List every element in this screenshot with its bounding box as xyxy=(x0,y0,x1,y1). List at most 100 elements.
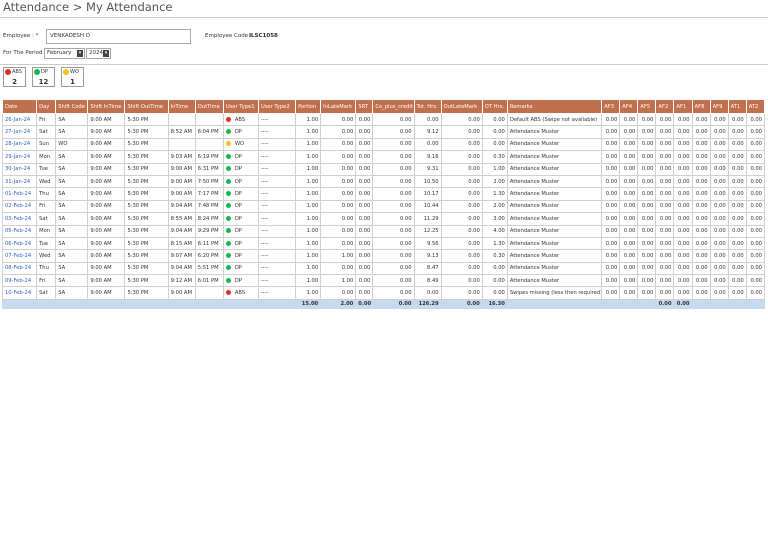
cell-day: Wed xyxy=(36,174,57,189)
total-coplus: 0.00 xyxy=(372,298,415,309)
legend-wo[interactable]: WO 1 xyxy=(61,67,84,87)
table-row[interactable]: 10-Feb-24 Sat SA 9:00 AM 5:30 PM 9:00 AM ABS --… xyxy=(1,286,766,300)
column-header[interactable]: OutTime xyxy=(194,99,224,114)
cell-ut2: ---- xyxy=(257,199,297,214)
cell-date[interactable]: 31-Jan-24 xyxy=(1,174,38,189)
column-header[interactable]: AF3 xyxy=(601,99,621,114)
cell-af4: 0.00 xyxy=(619,162,639,176)
cell-date[interactable]: 03-Feb-24 xyxy=(1,212,38,226)
column-header[interactable]: Shift Code xyxy=(55,99,89,114)
cell-date[interactable]: 10-Feb-24 xyxy=(1,286,38,300)
column-header[interactable]: Tot. Hrs. xyxy=(413,99,442,114)
table-row[interactable]: 07-Feb-24 Wed SA 9:00 AM 5:30 PM 9:07 AM 6:20 … xyxy=(1,249,766,263)
status-dot-icon xyxy=(225,203,231,209)
column-header[interactable]: AT1 xyxy=(727,99,747,114)
table-row[interactable]: 05-Feb-24 Mon SA 9:00 AM 5:30 PM 9:04 AM 9:29 … xyxy=(1,224,766,238)
cell-ot: 0.00 xyxy=(481,261,508,276)
cell-tot: 0.00 xyxy=(413,112,442,127)
cell-ot: 1.30 xyxy=(481,187,508,201)
column-header[interactable]: SRT xyxy=(355,99,374,114)
cell-sout: 5:30 PM xyxy=(124,212,169,226)
cell-date[interactable]: 07-Feb-24 xyxy=(1,249,38,263)
year-select[interactable]: 2024 ▾ xyxy=(86,48,111,59)
table-row[interactable]: 02-Feb-24 Fri SA 9:00 AM 5:30 PM 9:04 AM 7:48 … xyxy=(1,199,766,214)
totals-row: 15.00 2.00 0.00 0.00 126.29 0.00 16.30 0.00 0.00 xyxy=(1,298,766,309)
column-header[interactable]: AF2 xyxy=(655,99,675,114)
column-header[interactable]: Co_plus_credit xyxy=(372,99,415,114)
employee-field[interactable]: VENKADESH D xyxy=(46,29,191,44)
column-header[interactable]: Portion xyxy=(295,99,322,114)
cell-af9: 0.00 xyxy=(709,212,729,226)
table-row[interactable]: 30-Jan-24 Tue SA 9:00 AM 5:30 PM 9:00 AM 6:31 … xyxy=(1,162,766,176)
total-at2 xyxy=(745,298,766,309)
cell-sout: 5:30 PM xyxy=(124,174,169,189)
cell-date[interactable]: 06-Feb-24 xyxy=(1,236,38,251)
month-select[interactable]: February ▾ xyxy=(44,48,85,59)
cell-date[interactable]: 05-Feb-24 xyxy=(1,224,38,238)
column-header[interactable]: OutLateMark xyxy=(440,99,483,114)
cell-at2: 0.00 xyxy=(745,150,766,164)
cell-portion: 1.00 xyxy=(295,150,322,164)
table-row[interactable]: 29-Jan-24 Mon SA 9:00 AM 5:30 PM 9:03 AM 6:19 … xyxy=(1,150,766,164)
cell-date[interactable]: 09-Feb-24 xyxy=(1,274,38,288)
cell-date[interactable]: 28-Jan-24 xyxy=(1,137,38,152)
table-row[interactable]: 31-Jan-24 Wed SA 9:00 AM 5:30 PM 9:00 AM 7:50 … xyxy=(1,174,766,189)
cell-date[interactable]: 27-Jan-24 xyxy=(1,125,38,139)
column-header[interactable]: Remarks xyxy=(506,99,603,114)
column-header[interactable]: InTime xyxy=(167,99,196,114)
cell-in: 9:04 AM xyxy=(167,224,196,238)
chevron-down-icon: ▾ xyxy=(77,50,83,57)
column-header[interactable]: User Type2 xyxy=(257,99,297,114)
table-row[interactable]: 03-Feb-24 Sat SA 9:00 AM 5:30 PM 8:55 AM 8:24 … xyxy=(1,212,766,226)
cell-date[interactable]: 30-Jan-24 xyxy=(1,162,38,176)
cell-at1: 0.00 xyxy=(727,224,747,238)
column-header[interactable]: AF8 xyxy=(691,99,711,114)
cell-date[interactable]: 01-Feb-24 xyxy=(1,187,38,201)
column-header[interactable]: AF1 xyxy=(673,99,693,114)
column-header[interactable]: Day xyxy=(36,99,57,114)
cell-ut2: ---- xyxy=(257,286,297,300)
cell-date[interactable]: 26-Jan-24 xyxy=(1,112,38,127)
column-header[interactable]: AT2 xyxy=(745,99,766,114)
cell-af1: 0.00 xyxy=(673,224,693,238)
cell-inlate: 1.00 xyxy=(320,274,357,288)
column-header[interactable]: Date xyxy=(1,99,38,114)
cell-inlate: 0.00 xyxy=(320,125,357,139)
column-header[interactable]: AF9 xyxy=(709,99,729,114)
cell-coplus: 0.00 xyxy=(372,224,415,238)
cell-shift: SA xyxy=(55,199,89,214)
table-row[interactable]: 28-Jan-24 Sun WO 9:00 AM 5:30 PM WO ---- 1.00 0.… xyxy=(1,137,766,152)
cell-day: Thu xyxy=(36,187,57,201)
table-row[interactable]: 01-Feb-24 Thu SA 9:00 AM 5:30 PM 9:00 AM 7:17 … xyxy=(1,187,766,201)
cell-date[interactable]: 29-Jan-24 xyxy=(1,150,38,164)
table-row[interactable]: 08-Feb-24 Thu SA 9:00 AM 5:30 PM 9:04 AM 5:51 … xyxy=(1,261,766,276)
legend-abs[interactable]: ABS 2 xyxy=(3,67,26,87)
cell-in: 9:00 AM xyxy=(167,162,196,176)
period-label: For The Period xyxy=(3,50,43,56)
cell-in: 9:00 AM xyxy=(167,286,196,300)
cell-af4: 0.00 xyxy=(619,137,639,152)
legend-dp[interactable]: DP 12 xyxy=(32,67,55,87)
cell-inlate: 0.00 xyxy=(320,286,357,300)
column-header[interactable]: User Type1 xyxy=(222,99,259,114)
table-row[interactable]: 06-Feb-24 Tue SA 9:00 AM 5:30 PM 8:15 AM 6:11 … xyxy=(1,236,766,251)
cell-date[interactable]: 02-Feb-24 xyxy=(1,199,38,214)
column-header[interactable]: AF5 xyxy=(637,99,657,114)
table-row[interactable]: 26-Jan-24 Fri SA 9:00 AM 5:30 PM ABS ---- 1.00 0… xyxy=(1,112,766,127)
column-header[interactable]: Shift InTime xyxy=(87,99,126,114)
cell-af4: 0.00 xyxy=(619,125,639,139)
total-in xyxy=(167,298,196,309)
column-header[interactable]: Shift OutTime xyxy=(124,99,169,114)
user-type-label: DP xyxy=(234,240,242,247)
cell-date[interactable]: 08-Feb-24 xyxy=(1,261,38,276)
column-header[interactable]: AF4 xyxy=(619,99,639,114)
column-header[interactable]: OT Hrs. xyxy=(481,99,508,114)
cell-remarks: Attendance Muster xyxy=(506,137,603,152)
cell-ot: 2.00 xyxy=(481,174,508,189)
cell-af5: 0.00 xyxy=(637,212,657,226)
table-row[interactable]: 27-Jan-24 Sat SA 9:00 AM 5:30 PM 8:52 AM 6:04 … xyxy=(1,125,766,139)
cell-outlate: 0.00 xyxy=(440,162,483,176)
table-row[interactable]: 09-Feb-24 Fri SA 9:00 AM 5:30 PM 9:12 AM 6:01 … xyxy=(1,274,766,288)
cell-af8: 0.00 xyxy=(691,187,711,201)
column-header[interactable]: InLateMark xyxy=(320,99,357,114)
